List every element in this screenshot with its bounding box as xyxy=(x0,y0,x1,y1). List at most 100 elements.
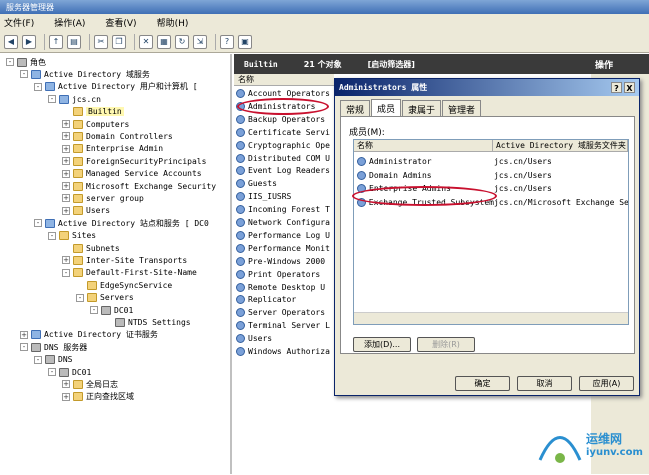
tree-node[interactable]: + server group xyxy=(62,192,144,204)
member-row[interactable]: Domain Admins jcs.cn/Users xyxy=(354,169,628,182)
expand-toggle-icon[interactable]: + xyxy=(62,380,70,389)
tree-node[interactable]: - 角色 xyxy=(6,56,46,68)
expand-toggle-icon[interactable]: - xyxy=(48,368,56,376)
tree-node[interactable]: + Computers xyxy=(62,118,129,130)
list-item[interactable]: Distributed COM U xyxy=(236,152,330,165)
list-item[interactable]: Performance Log U xyxy=(236,229,330,242)
tab-member-of[interactable]: 隶属于 xyxy=(402,100,442,116)
tab-members[interactable]: 成员 xyxy=(371,99,402,116)
list-item[interactable]: Guests xyxy=(236,177,277,190)
tree-node[interactable]: - Active Directory 站点和服务 [ DC0 xyxy=(34,217,209,229)
tree-node[interactable]: - Servers xyxy=(76,292,134,304)
tree-node[interactable]: + 全局日志 xyxy=(62,378,118,390)
forward-icon[interactable]: ▶ xyxy=(22,34,36,49)
list-item[interactable]: Network Configura xyxy=(236,216,330,229)
cut-icon[interactable]: ✂ xyxy=(94,34,108,49)
horizontal-scrollbar[interactable] xyxy=(354,312,628,324)
copy-icon[interactable]: ❐ xyxy=(112,34,126,49)
back-icon[interactable]: ◀ xyxy=(4,34,18,49)
expand-toggle-icon[interactable]: - xyxy=(34,82,42,91)
tree-node[interactable]: + Domain Controllers xyxy=(62,130,173,142)
member-row[interactable]: Administrator jcs.cn/Users xyxy=(354,155,628,168)
members-col-folder[interactable]: Active Directory 域服务文件夹 xyxy=(493,140,628,151)
tree-node[interactable]: NTDS Settings xyxy=(104,316,191,328)
up-folder-icon[interactable]: ↑ xyxy=(49,34,63,49)
list-item[interactable]: Pre-Windows 2000 xyxy=(236,255,325,268)
expand-toggle-icon[interactable]: - xyxy=(34,219,42,228)
expand-toggle-icon[interactable]: + xyxy=(62,182,70,190)
tree-node[interactable]: + Microsoft Exchange Security xyxy=(62,180,216,192)
tab-managed-by[interactable]: 管理者 xyxy=(442,100,482,116)
expand-toggle-icon[interactable]: + xyxy=(20,330,28,339)
expand-toggle-icon[interactable]: - xyxy=(48,231,56,240)
tree-node[interactable]: + Enterprise Admin xyxy=(62,143,163,155)
apply-button[interactable]: 应用(A) xyxy=(579,376,634,391)
list-item[interactable]: Cryptographic Ope xyxy=(236,139,330,152)
tree-node[interactable]: - DNS 服务器 xyxy=(20,341,87,353)
expand-toggle-icon[interactable]: - xyxy=(76,293,84,302)
list-item[interactable]: Terminal Server L xyxy=(236,319,330,332)
expand-toggle-icon[interactable]: - xyxy=(90,306,98,314)
ok-button[interactable]: 确定 xyxy=(455,376,510,391)
tree-node[interactable]: + Users xyxy=(62,205,110,217)
expand-toggle-icon[interactable]: - xyxy=(48,95,56,104)
tree-node[interactable]: + Managed Service Accounts xyxy=(62,168,202,180)
dialog-help-button[interactable]: ? xyxy=(611,82,622,93)
expand-toggle-icon[interactable]: - xyxy=(20,70,28,79)
expand-toggle-icon[interactable]: - xyxy=(62,268,70,277)
cancel-button[interactable]: 取消 xyxy=(517,376,572,391)
console-icon[interactable]: ▣ xyxy=(238,34,252,49)
tree-node[interactable]: - Active Directory 用户和计算机 [ xyxy=(34,81,198,93)
tree-node[interactable]: EdgeSyncService xyxy=(76,279,172,291)
expand-toggle-icon[interactable]: + xyxy=(62,392,70,401)
expand-toggle-icon[interactable]: + xyxy=(62,120,70,128)
menu-help[interactable]: 帮助(H) xyxy=(157,16,189,29)
list-item[interactable]: Print Operators xyxy=(236,268,320,281)
tree-node[interactable]: - DC01 xyxy=(48,366,91,378)
refresh-icon[interactable]: ↻ xyxy=(175,34,189,49)
list-item[interactable]: Incoming Forest T xyxy=(236,203,330,216)
list-item[interactable]: Remote Desktop U xyxy=(236,281,325,294)
tree-node[interactable]: + Active Directory 证书服务 xyxy=(20,329,158,341)
list-item[interactable]: Users xyxy=(236,332,272,345)
expand-toggle-icon[interactable]: + xyxy=(62,144,70,153)
export-icon[interactable]: ⇲ xyxy=(193,34,207,49)
tree-node[interactable]: + Inter-Site Transports xyxy=(62,254,187,266)
members-list[interactable]: 名称 Active Directory 域服务文件夹 Administrator… xyxy=(353,139,629,325)
column-header-name[interactable]: 名称 xyxy=(234,74,334,86)
tree-node[interactable]: - DNS xyxy=(34,354,72,366)
expand-toggle-icon[interactable]: + xyxy=(62,132,70,141)
expand-toggle-icon[interactable]: + xyxy=(62,169,70,178)
list-item[interactable]: IIS_IUSRS xyxy=(236,190,291,203)
expand-toggle-icon[interactable]: + xyxy=(62,157,70,166)
properties-icon[interactable]: ▦ xyxy=(157,34,171,49)
tree-node[interactable]: + 正向查找区域 xyxy=(62,391,134,403)
list-item[interactable]: Certificate Servi xyxy=(236,126,330,139)
list-item[interactable]: Server Operators xyxy=(236,306,325,319)
expand-toggle-icon[interactable]: - xyxy=(34,355,42,364)
tree-node[interactable]: Builtin xyxy=(62,106,124,118)
tree-node[interactable]: - DC01 xyxy=(90,304,133,316)
expand-toggle-icon[interactable]: - xyxy=(20,343,28,352)
expand-toggle-icon[interactable]: + xyxy=(62,256,70,265)
tab-general[interactable]: 常规 xyxy=(340,100,371,116)
tree-node[interactable]: Subnets xyxy=(62,242,120,254)
tree-node[interactable]: - jcs.cn xyxy=(48,93,101,105)
list-item[interactable]: Windows Authoriza xyxy=(236,345,330,358)
show-tree-icon[interactable]: ▤ xyxy=(67,34,81,49)
expand-toggle-icon[interactable]: + xyxy=(62,206,70,215)
menu-action[interactable]: 操作(A) xyxy=(54,16,85,29)
menu-view[interactable]: 查看(V) xyxy=(105,16,136,29)
expand-toggle-icon[interactable]: + xyxy=(62,194,70,203)
tree-node[interactable]: - Default-First-Site-Name xyxy=(62,267,197,279)
remove-member-button[interactable]: 删除(R) xyxy=(417,337,475,352)
tree-node[interactable]: + ForeignSecurityPrincipals xyxy=(62,155,206,167)
members-col-name[interactable]: 名称 xyxy=(354,140,493,151)
tree-node[interactable]: - Sites xyxy=(48,230,96,242)
menu-file[interactable]: 文件(F) xyxy=(4,16,34,29)
help-icon[interactable]: ? xyxy=(220,34,234,49)
list-item[interactable]: Replicator xyxy=(236,293,296,306)
list-item[interactable]: Performance Monit xyxy=(236,242,330,255)
delete-icon[interactable]: ✕ xyxy=(139,34,153,49)
add-member-button[interactable]: 添加(D)... xyxy=(353,337,411,352)
